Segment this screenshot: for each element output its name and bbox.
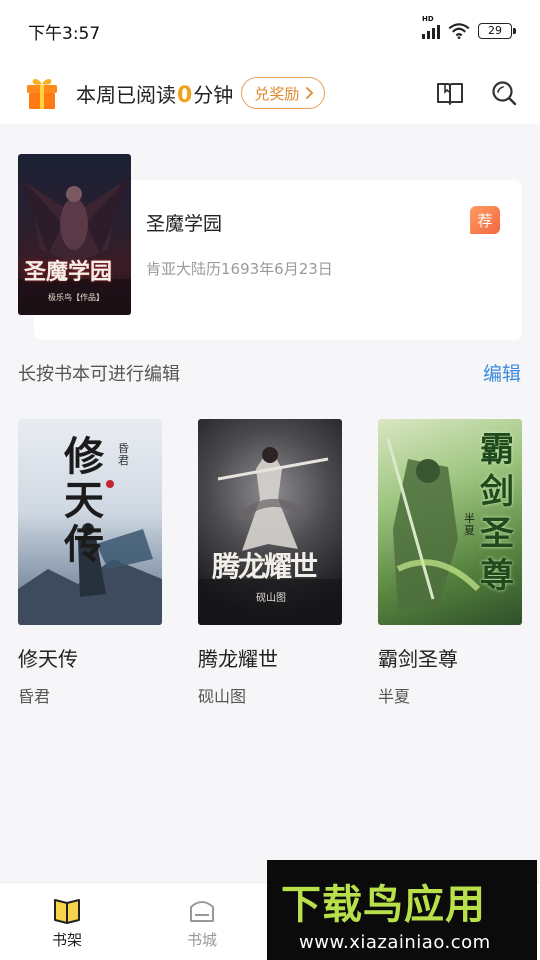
book-cover[interactable]: 霸剑圣尊 半夏 [378, 419, 522, 625]
reading-minutes: 0 [177, 82, 193, 108]
edit-button[interactable]: 编辑 [483, 359, 521, 386]
chevron-right-icon [306, 86, 314, 100]
book-title[interactable]: 腾龙耀世 [198, 643, 342, 672]
book-cover[interactable]: 腾龙耀世 砚山图 [198, 419, 342, 625]
redeem-reward-label: 兑奖励 [254, 84, 300, 103]
battery-level: 29 [488, 24, 502, 37]
reading-suffix: 分钟 [193, 82, 234, 107]
book-cover[interactable]: 修天传 昏君 [18, 419, 162, 625]
watermark-url: www.xiazainiao.com [299, 932, 491, 953]
recommend-badge: 荐 [470, 206, 500, 234]
status-icons: HD 29 [422, 15, 516, 39]
redeem-reward-button[interactable]: 兑奖励 [241, 77, 326, 109]
cover-art [18, 480, 162, 625]
wifi-icon [448, 23, 470, 39]
book-title[interactable]: 修天传 [18, 643, 162, 672]
book-icon[interactable] [436, 79, 464, 107]
nav-item-bookstore[interactable]: 书城 [162, 895, 242, 950]
book-item[interactable]: 腾龙耀世 砚山图 腾龙耀世 砚山图 [198, 419, 342, 707]
shelf-hint: 长按书本可进行编辑 [18, 364, 180, 385]
gift-icon[interactable] [24, 75, 60, 111]
status-bar: 下午3:57 HD 29 [0, 0, 540, 62]
header-actions [436, 79, 518, 107]
header: 本周已阅读 0 分钟 兑奖励 [0, 62, 540, 124]
signal-icon: HD [422, 15, 440, 39]
nav-label: 书架 [51, 931, 82, 949]
status-time: 下午3:57 [28, 23, 101, 44]
book-author: 砚山图 [198, 687, 247, 706]
network-type-label: HD [422, 15, 434, 23]
battery-icon: 29 [478, 23, 516, 39]
cover-art [18, 174, 131, 315]
bookshelf-icon [54, 899, 80, 924]
search-icon[interactable] [490, 79, 518, 107]
book-title[interactable]: 霸剑圣尊 [378, 643, 522, 672]
bookstore-icon [190, 901, 214, 922]
recommended-book-subtitle: 肯亚大陆历1693年6月23日 [146, 260, 333, 278]
book-item[interactable]: 霸剑圣尊 半夏 霸剑圣尊 半夏 [378, 419, 522, 707]
nav-label: 书城 [186, 931, 217, 949]
nav-item-bookshelf[interactable]: 书架 [27, 895, 107, 950]
watermark: 下载鸟应用 www.xiazainiao.com [267, 860, 537, 960]
cover-art [386, 438, 481, 609]
cover-art [198, 447, 342, 625]
weekly-reading-stat: 本周已阅读 0 分钟 [76, 79, 233, 108]
watermark-logo: 下载鸟应用 [281, 882, 486, 928]
recommended-book-title[interactable]: 圣魔学园 [146, 209, 222, 236]
book-item[interactable]: 修天传 昏君 修天传 昏君 [18, 419, 162, 707]
reading-prefix: 本周已阅读 [76, 82, 176, 107]
book-author: 昏君 [18, 687, 51, 706]
recommended-book-cover[interactable]: 圣魔学园 极乐鸟【作品】 [18, 154, 131, 315]
book-author: 半夏 [378, 687, 411, 706]
